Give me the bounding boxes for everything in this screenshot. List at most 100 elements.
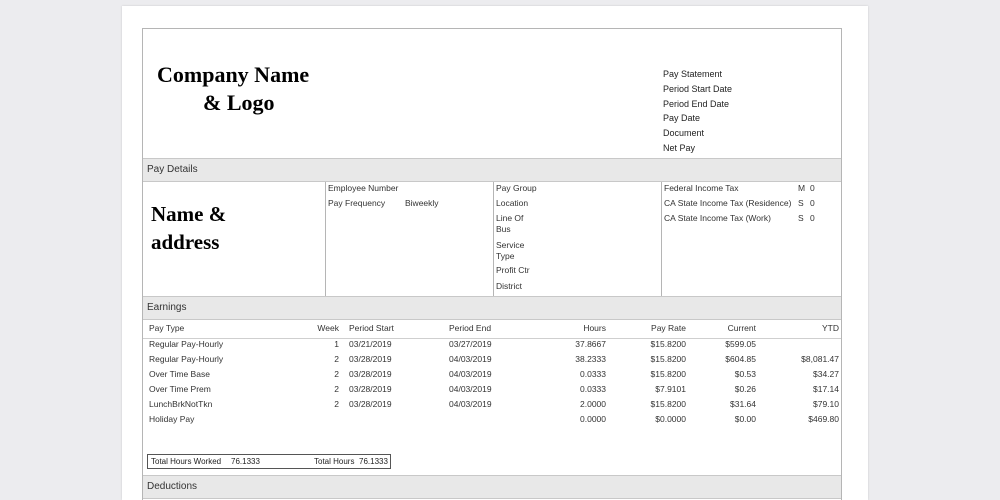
ytd-cell: $469.80 bbox=[808, 414, 839, 424]
pay-type-cell: Over Time Base bbox=[149, 369, 210, 379]
period-start-cell: 03/28/2019 bbox=[349, 354, 392, 364]
pay-type-cell: Regular Pay-Hourly bbox=[149, 354, 224, 364]
pay-rate-cell: $15.8200 bbox=[650, 369, 686, 379]
current-cell: $0.00 bbox=[734, 414, 756, 424]
earnings-header: Earnings bbox=[143, 296, 841, 320]
ytd-cell: $8,081.47 bbox=[801, 354, 839, 364]
table-row: Over Time Prem 2 03/28/2019 04/03/2019 0… bbox=[143, 384, 841, 399]
service-type-label: Service Type bbox=[496, 240, 525, 261]
pay-statement-page: Company Name & Logo Pay Statement Period… bbox=[122, 6, 868, 500]
ytd-cell: $17.14 bbox=[813, 384, 839, 394]
ca-work-tax-value: 0 bbox=[810, 213, 815, 223]
col-period-start: Period Start bbox=[349, 323, 394, 333]
pay-type-cell: Holiday Pay bbox=[149, 414, 195, 424]
profit-ctr-label: Profit Ctr bbox=[496, 265, 530, 275]
total-hours-value: 76.1333 bbox=[359, 457, 388, 466]
pay-frequency-value: Biweekly bbox=[405, 198, 439, 208]
period-end-date-label: Period End Date bbox=[663, 98, 730, 109]
pay-rate-cell: $15.8200 bbox=[650, 354, 686, 364]
pay-group-label: Pay Group bbox=[496, 183, 537, 193]
pay-rate-cell: $0.0000 bbox=[655, 414, 686, 424]
employee-info-column: Employee Number Pay Frequency Biweekly bbox=[326, 182, 494, 296]
ca-work-tax-code: S bbox=[798, 213, 804, 223]
deductions-header: Deductions bbox=[143, 475, 841, 499]
col-period-end: Period End bbox=[449, 323, 492, 333]
location-label: Location bbox=[496, 198, 529, 208]
pay-date-label: Pay Date bbox=[663, 113, 701, 124]
pay-statement-label: Pay Statement bbox=[663, 69, 723, 79]
col-pay-rate: Pay Rate bbox=[651, 323, 686, 333]
period-start-cell: 03/21/2019 bbox=[349, 339, 392, 349]
pay-details-header: Pay Details bbox=[143, 158, 841, 182]
total-hours-worked-label: Total Hours Worked bbox=[151, 457, 222, 466]
total-hours-label: Total Hours bbox=[314, 457, 355, 466]
current-cell: $31.64 bbox=[730, 399, 756, 409]
col-week: Week bbox=[317, 323, 339, 333]
ca-residence-tax-label: CA State Income Tax (Residence) bbox=[664, 198, 792, 208]
pay-details-body: Name & address Employee Number Pay Frequ… bbox=[143, 182, 841, 296]
earnings-header-row: Pay Type Week Period Start Period End Ho… bbox=[143, 323, 841, 339]
current-cell: $0.26 bbox=[734, 384, 756, 394]
period-start-cell: 03/28/2019 bbox=[349, 399, 392, 409]
name-address-column: Name & address bbox=[143, 182, 326, 296]
week-cell: 2 bbox=[334, 399, 339, 409]
col-ytd: YTD bbox=[822, 323, 839, 333]
company-name-logo: Company Name & Logo bbox=[157, 61, 309, 117]
col-pay-type: Pay Type bbox=[149, 323, 185, 333]
period-start-cell: 03/28/2019 bbox=[349, 384, 392, 394]
pay-type-cell: Regular Pay-Hourly bbox=[149, 339, 224, 349]
ytd-cell: $34.27 bbox=[813, 369, 839, 379]
week-cell: 1 bbox=[334, 339, 339, 349]
statement-header-labels: Pay Statement Period Start Date Period E… bbox=[663, 67, 732, 156]
name-address: Name & address bbox=[151, 200, 226, 256]
employee-number-label: Employee Number bbox=[328, 183, 399, 193]
table-row: LunchBrkNotTkn 2 03/28/2019 04/03/2019 2… bbox=[143, 399, 841, 414]
statement-frame: Company Name & Logo Pay Statement Period… bbox=[142, 28, 842, 500]
current-cell: $604.85 bbox=[725, 354, 756, 364]
earnings-table: Pay Type Week Period Start Period End Ho… bbox=[143, 320, 841, 475]
ytd-cell: $79.10 bbox=[813, 399, 839, 409]
week-cell: 2 bbox=[334, 369, 339, 379]
ca-work-tax-label: CA State Income Tax (Work) bbox=[664, 213, 771, 223]
pay-rate-cell: $15.8200 bbox=[650, 399, 686, 409]
col-current: Current bbox=[727, 323, 756, 333]
federal-tax-label: Federal Income Tax bbox=[664, 183, 739, 193]
pay-group-column: Pay Group Location Line Of Bus Service T… bbox=[494, 182, 662, 296]
ca-residence-tax-code: S bbox=[798, 198, 804, 208]
tax-column: Federal Income Tax M 0 CA State Income T… bbox=[662, 182, 841, 296]
net-pay-label: Net Pay bbox=[663, 142, 696, 153]
ca-residence-tax-value: 0 bbox=[810, 198, 815, 208]
pay-type-cell: LunchBrkNotTkn bbox=[149, 399, 213, 409]
table-row: Regular Pay-Hourly 1 03/21/2019 03/27/20… bbox=[143, 339, 841, 354]
hours-cell: 0.0000 bbox=[580, 414, 606, 424]
company-line-1: Company Name bbox=[157, 62, 310, 87]
period-start-cell: 03/28/2019 bbox=[349, 369, 392, 379]
federal-tax-code: M bbox=[798, 183, 806, 193]
table-row: Holiday Pay 0.0000 $0.0000 $0.00 $469.80 bbox=[143, 414, 841, 429]
hours-cell: 38.2333 bbox=[575, 354, 606, 364]
period-end-cell: 04/03/2019 bbox=[449, 369, 492, 379]
hours-cell: 0.0333 bbox=[580, 384, 606, 394]
pay-frequency-label: Pay Frequency bbox=[328, 198, 386, 208]
line-of-bus-label: Line Of Bus bbox=[496, 213, 524, 234]
hours-cell: 2.0000 bbox=[580, 399, 606, 409]
current-cell: $0.53 bbox=[734, 369, 756, 379]
period-end-cell: 03/27/2019 bbox=[449, 339, 492, 349]
pay-rate-cell: $15.8200 bbox=[650, 339, 686, 349]
name-line: Name & bbox=[151, 202, 227, 226]
week-cell: 2 bbox=[334, 354, 339, 364]
table-row: Over Time Base 2 03/28/2019 04/03/2019 0… bbox=[143, 369, 841, 384]
total-hours-box: Total Hours Worked 76.1333 Total Hours 7… bbox=[147, 454, 391, 469]
hours-cell: 37.8667 bbox=[575, 339, 606, 349]
company-line-2: & Logo bbox=[203, 90, 275, 115]
hours-cell: 0.0333 bbox=[580, 369, 606, 379]
pay-rate-cell: $7.9101 bbox=[655, 384, 686, 394]
document-label: Document bbox=[663, 128, 705, 139]
current-cell: $599.05 bbox=[725, 339, 756, 349]
col-hours: Hours bbox=[583, 323, 606, 333]
period-start-date-label: Period Start Date bbox=[663, 83, 733, 94]
week-cell: 2 bbox=[334, 384, 339, 394]
federal-tax-value: 0 bbox=[810, 183, 815, 193]
pay-type-cell: Over Time Prem bbox=[149, 384, 211, 394]
period-end-cell: 04/03/2019 bbox=[449, 399, 492, 409]
